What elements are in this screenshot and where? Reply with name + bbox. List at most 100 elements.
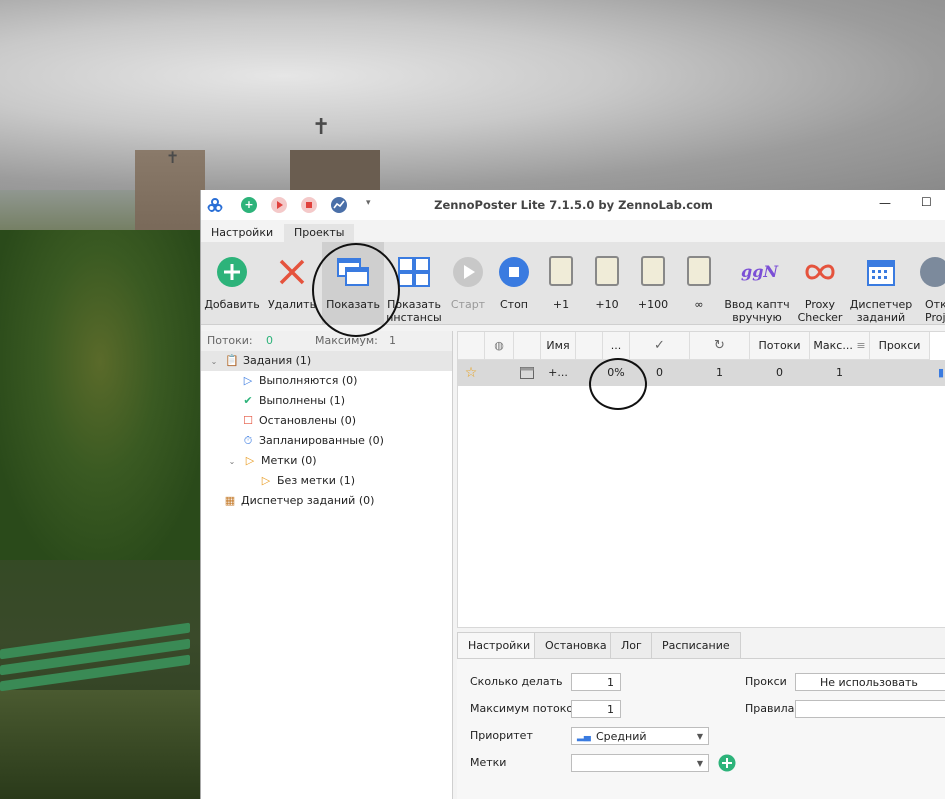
table-row[interactable]: ☆ +... 0% 0 1 0 1 ▮: [458, 360, 945, 386]
clipboard-list-icon: 📋: [225, 354, 239, 367]
window-icon[interactable]: [514, 360, 540, 386]
column-header-threads[interactable]: Потоки: [750, 332, 810, 360]
left-panel: Потоки: 0 Максимум: 1 ⌄ 📋 Задания (1) ▷ Вып…: [201, 331, 453, 799]
stop-icon: [499, 257, 529, 287]
column-header-blank[interactable]: [576, 332, 603, 360]
infinite-button[interactable]: ∞: [676, 242, 722, 324]
open-project-icon: [920, 257, 945, 287]
minimize-button[interactable]: —: [879, 196, 891, 210]
column-header-globe[interactable]: ◍: [485, 332, 514, 360]
background-cross: ✝: [312, 115, 331, 140]
start-icon: [453, 257, 483, 287]
plus-hundred-button[interactable]: +100: [630, 242, 676, 324]
background-bench: [0, 622, 195, 692]
max-threads-input[interactable]: 1: [571, 700, 621, 718]
clipboard-icon: [545, 256, 577, 288]
row-repeat: 1: [716, 366, 723, 379]
row-name: +...: [548, 366, 568, 379]
tree-item-task-scheduler-label: Диспетчер заданий (0): [241, 494, 375, 507]
favorite-star-icon[interactable]: ☆: [458, 360, 484, 386]
collapse-arrow-icon[interactable]: ⌄: [207, 352, 221, 372]
column-header-progress[interactable]: ...: [603, 332, 630, 360]
annotation-circle-show-button: [312, 243, 400, 337]
add-button-label: Добавить: [204, 298, 260, 311]
collapse-arrow-icon[interactable]: ⌄: [225, 452, 239, 472]
clipboard-icon: [591, 256, 623, 288]
tree-item-scheduled[interactable]: ⏱ Запланированные (0): [241, 431, 384, 451]
count-label: Сколько делать: [470, 675, 563, 688]
threads-label: Потоки:: [207, 334, 253, 347]
tree-item-tasks-label: Задания (1): [243, 354, 312, 367]
menu-tabs: Настройки Проекты: [201, 220, 945, 242]
stopwatch-icon: ⏱: [243, 434, 253, 447]
add-button[interactable]: Добавить: [203, 242, 261, 324]
tab-stop[interactable]: Остановка: [534, 632, 618, 659]
manual-captcha-button[interactable]: ggN Ввод каптч вручную: [723, 242, 791, 324]
tab-projects[interactable]: Проекты: [284, 224, 354, 242]
column-header-repeat[interactable]: ↻: [690, 332, 750, 360]
column-header-done[interactable]: ✓: [630, 332, 690, 360]
stop-button[interactable]: Стоп: [492, 242, 536, 324]
tab-log[interactable]: Лог: [610, 632, 653, 659]
rules-input[interactable]: [795, 700, 945, 718]
plus-one-button[interactable]: +1: [538, 242, 584, 324]
tree-item-completed-label: Выполнены (1): [259, 394, 346, 407]
stop-square-icon: ☐: [243, 414, 253, 427]
delete-icon: [279, 259, 305, 285]
proxy-checker-icon: [805, 264, 835, 280]
tree-item-running[interactable]: ▷ Выполняются (0): [241, 371, 358, 391]
column-header-max[interactable]: Макс... ≡: [810, 332, 870, 360]
proxy-select[interactable]: Не использовать: [795, 673, 945, 691]
plus-ten-button[interactable]: +10: [584, 242, 630, 324]
tree-item-task-scheduler[interactable]: ▦ Диспетчер заданий (0): [223, 491, 375, 511]
tab-schedule[interactable]: Расписание: [651, 632, 741, 659]
max-threads-value: 1: [389, 334, 396, 347]
proxy-checker-button[interactable]: Proxy Checker: [793, 242, 847, 324]
tree-item-running-label: Выполняются (0): [259, 374, 358, 387]
sort-icon: ≡: [856, 339, 866, 352]
window-title: ZennoPoster Lite 7.1.5.0 by ZennoLab.com: [434, 198, 713, 212]
clipboard-icon: [683, 256, 715, 288]
tags-select[interactable]: ▼: [571, 754, 709, 772]
count-input[interactable]: 1: [571, 673, 621, 691]
tree-item-completed[interactable]: ✔ Выполнены (1): [241, 391, 345, 411]
background-trees: [0, 230, 200, 560]
add-icon: [217, 257, 247, 287]
column-header-favorite[interactable]: [458, 332, 485, 360]
proxy-label: Прокси: [745, 675, 787, 688]
column-header-proxy[interactable]: Прокси: [870, 332, 930, 360]
tree-item-untagged[interactable]: ▷ Без метки (1): [259, 471, 355, 491]
tag-icon: ▷: [261, 474, 271, 487]
column-header-name[interactable]: Имя: [541, 332, 576, 360]
row-threads: 0: [776, 366, 783, 379]
threads-value: 0: [266, 334, 273, 347]
check-circle-icon: ✓: [654, 338, 665, 353]
tree-item-stopped[interactable]: ☐ Остановлены (0): [241, 411, 356, 431]
captcha-icon: ggN: [741, 262, 778, 281]
tree-item-tags-label: Метки (0): [261, 454, 317, 467]
plus-hundred-label: +100: [637, 298, 669, 311]
maximize-button[interactable]: ☐: [921, 195, 932, 209]
priority-select[interactable]: ▂▄ Средний ▼: [571, 727, 709, 745]
plus-ten-label: +10: [595, 298, 619, 311]
start-button[interactable]: Старт: [445, 242, 491, 324]
settings-form: Сколько делать 1 Максимум потоков 1 Прио…: [457, 658, 945, 799]
proxy-checker-label: Proxy Checker: [797, 298, 843, 324]
open-project-button[interactable]: Отк Proje: [915, 242, 945, 324]
show-instances-icon: [398, 257, 430, 287]
rules-label: Правила: [745, 702, 795, 715]
priority-value: Средний: [596, 730, 647, 743]
tab-project-settings[interactable]: Настройки: [457, 632, 542, 659]
column-header-max-label: Макс...: [813, 339, 853, 352]
tree-item-tasks[interactable]: ⌄ 📋 Задания (1): [207, 351, 312, 372]
stop-button-label: Стоп: [499, 298, 528, 311]
tree-item-tags[interactable]: ⌄ ▷ Метки (0): [225, 451, 317, 471]
task-scheduler-button[interactable]: Диспетчер заданий: [849, 242, 913, 324]
column-header-window[interactable]: [514, 332, 541, 360]
tab-settings[interactable]: Настройки: [201, 224, 283, 242]
task-scheduler-label: Диспетчер заданий: [849, 298, 913, 324]
tree-item-stopped-label: Остановлены (0): [259, 414, 357, 427]
projects-grid: ◍ Имя ... ✓ ↻ Потоки Макс... ≡ Прокси ☆ …: [457, 331, 945, 628]
tags-label: Метки: [470, 756, 507, 769]
add-tag-icon[interactable]: [718, 754, 736, 772]
